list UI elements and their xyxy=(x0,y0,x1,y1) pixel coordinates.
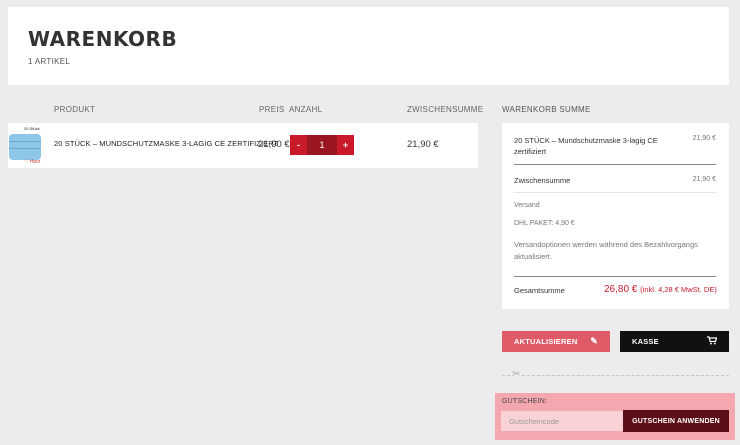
coupon-code-input[interactable] xyxy=(501,411,623,431)
row-subtotal: 21,90 € xyxy=(407,139,439,150)
logo-text: Herz xyxy=(29,159,41,165)
divider xyxy=(514,192,716,193)
quantity-decrease-button[interactable]: - xyxy=(290,135,307,155)
thumbnail-label: 20 Stück xyxy=(24,126,40,131)
summary-item-price: 21,90 € xyxy=(692,135,716,142)
coupon-section: GUTSCHEIN: GUTSCHEIN ANWENDEN xyxy=(495,393,735,440)
product-name-link[interactable]: 20 STÜCK – MUNDSCHUTZMASKE 3-LAGIG CE ZE… xyxy=(54,139,278,148)
update-cart-label: AKTUALISIEREN xyxy=(514,337,578,346)
shipping-method[interactable]: DHL PAKET: 4,90 € xyxy=(514,220,575,227)
heart-logo-icon: ♡ Herz xyxy=(24,159,41,165)
product-price: 21,90 € xyxy=(258,139,290,150)
total-tax-note: (inkl. 4,28 € MwSt. DE) xyxy=(640,285,717,294)
summary-item-name: 20 STÜCK – Mundschutzmaske 3-lagig CE ze… xyxy=(514,136,658,156)
summary-title: WARENKORB SUMME xyxy=(502,105,591,114)
page-title: WARENKORB xyxy=(28,27,178,51)
product-thumbnail[interactable]: 20 Stück ♡ Herz xyxy=(8,125,48,167)
pencil-icon: ✎ xyxy=(590,336,598,346)
column-header-product: PRODUKT xyxy=(54,105,96,114)
shipping-label: Versand xyxy=(514,202,540,209)
total-amount: 26,80 € xyxy=(604,284,638,295)
subtotal-value: 21,90 € xyxy=(692,176,716,183)
cart-header: WARENKORB 1 ARTIKEL xyxy=(8,7,729,85)
cart-icon xyxy=(707,336,718,347)
divider xyxy=(514,164,716,165)
quantity-increase-button[interactable]: + xyxy=(337,135,354,155)
total-value: 26,80 € (inkl. 4,28 € MwSt. DE) xyxy=(604,284,717,295)
shipping-note: Versandoptionen werden während des Bezah… xyxy=(514,240,698,261)
coupon-divider xyxy=(502,375,729,376)
subtotal-label: Zwischensumme xyxy=(514,176,571,185)
column-header-subtotal: ZWISCHENSUMME xyxy=(407,105,484,114)
checkout-button[interactable]: KASSE xyxy=(620,331,729,352)
apply-coupon-button[interactable]: GUTSCHEIN ANWENDEN xyxy=(623,410,729,432)
cart-summary: 20 STÜCK – Mundschutzmaske 3-lagig CE ze… xyxy=(502,123,729,309)
checkout-label: KASSE xyxy=(632,337,659,346)
article-count: 1 ARTIKEL xyxy=(28,57,71,66)
column-header-quantity: ANZAHL xyxy=(289,105,323,114)
update-cart-button[interactable]: AKTUALISIEREN ✎ xyxy=(502,331,610,352)
mask-image xyxy=(9,134,41,160)
quantity-input[interactable]: 1 xyxy=(307,135,337,155)
table-row: 20 Stück ♡ Herz 20 STÜCK – MUNDSCHUTZMAS… xyxy=(8,123,478,168)
divider xyxy=(514,276,716,277)
coupon-label: GUTSCHEIN: xyxy=(502,398,548,405)
column-header-price: PREIS xyxy=(259,105,285,114)
scissors-icon: ✂ xyxy=(510,369,523,380)
total-label: Gesamtsumme xyxy=(514,286,565,295)
